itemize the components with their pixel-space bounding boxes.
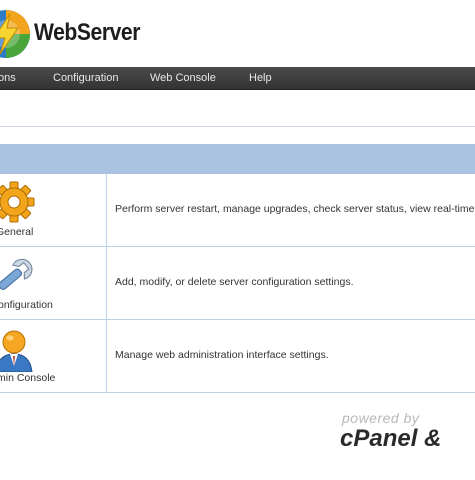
icon-cell: onfiguration <box>0 247 107 319</box>
nav-item-help[interactable]: Help <box>249 67 272 89</box>
webserver-logo-icon <box>0 10 30 58</box>
table-row-admin-console[interactable]: min Console Manage web administration in… <box>0 320 475 393</box>
row-label: General <box>0 226 34 238</box>
nav-item-extensions[interactable]: ons <box>0 67 16 89</box>
admin-user-icon <box>0 330 33 372</box>
icon-cell: min Console <box>0 320 107 392</box>
powered-by-text: powered by <box>342 410 420 426</box>
cpanel-logo: cPanel & <box>340 425 442 452</box>
header: WebServer <box>0 0 475 66</box>
nav-item-web-console[interactable]: Web Console <box>150 67 216 89</box>
top-nav: ons Configuration Web Console Help <box>0 67 475 90</box>
row-label: onfiguration <box>0 299 53 311</box>
table-header <box>0 144 475 174</box>
table-row-configuration[interactable]: onfiguration Add, modify, or delete serv… <box>0 247 475 320</box>
table-row-general[interactable]: General Perform server restart, manage u… <box>0 174 475 247</box>
row-description: Add, modify, or delete server configurat… <box>115 276 354 288</box>
row-description: Perform server restart, manage upgrades,… <box>115 203 475 215</box>
icon-cell: General <box>0 174 107 246</box>
gear-icon <box>0 181 35 223</box>
app-title: WebServer <box>34 19 141 46</box>
row-description: Manage web administration interface sett… <box>115 349 329 361</box>
wrench-icon <box>0 258 33 290</box>
divider <box>0 126 475 127</box>
row-label: min Console <box>0 372 56 384</box>
nav-item-configuration[interactable]: Configuration <box>53 67 118 89</box>
